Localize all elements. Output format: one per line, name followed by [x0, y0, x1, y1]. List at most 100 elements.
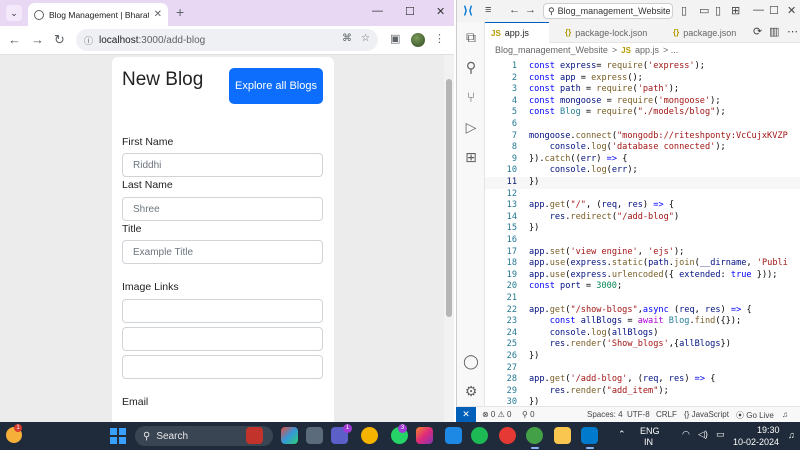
profile-avatar[interactable]: [411, 33, 425, 47]
code-line[interactable]: 21: [485, 293, 800, 305]
account-icon[interactable]: ◯: [462, 352, 480, 370]
wifi-icon[interactable]: ◠: [682, 429, 690, 440]
code-line[interactable]: 23 const allBlogs = await Blog.find({});: [485, 316, 800, 328]
code-line[interactable]: 9}).catch((err) => {: [485, 154, 800, 166]
site-info-icon[interactable]: ⓘ: [84, 34, 93, 47]
maximize-button[interactable]: ☐: [405, 5, 415, 18]
close-window-button[interactable]: ✕: [787, 4, 796, 17]
code-line[interactable]: 4 const mongoose = require('mongoose');: [485, 96, 800, 108]
file-explorer-icon[interactable]: [554, 427, 571, 444]
reload-icon[interactable]: ↻: [54, 32, 65, 48]
code-line[interactable]: 16: [485, 235, 800, 247]
eol-status[interactable]: CRLF: [656, 410, 677, 419]
chrome-active-icon[interactable]: [526, 427, 543, 444]
code-line[interactable]: 11}): [485, 177, 800, 189]
translate-icon[interactable]: ⌘: [342, 33, 352, 44]
back-arrow-icon[interactable]: ←: [8, 32, 21, 47]
chevron-up-icon[interactable]: ⌃: [618, 429, 626, 440]
code-line[interactable]: 17 app.set('view engine', 'ejs');: [485, 247, 800, 259]
maximize-button[interactable]: ☐: [769, 4, 779, 17]
bookmark-star-icon[interactable]: ☆: [361, 33, 370, 44]
language-mode-status[interactable]: {} JavaScript: [684, 410, 729, 419]
app-icon[interactable]: [445, 427, 462, 444]
more-menu-icon[interactable]: ⋮: [434, 32, 445, 45]
new-tab-button[interactable]: +: [176, 4, 184, 20]
code-line[interactable]: 8 console.log('database connected');: [485, 142, 800, 154]
code-line[interactable]: 10 console.log(err);: [485, 165, 800, 177]
first-name-field[interactable]: Riddhi: [122, 153, 323, 177]
code-line[interactable]: 24 console.log(allBlogs): [485, 328, 800, 340]
tab-package-lock-json[interactable]: {} package-lock.json: [559, 22, 653, 43]
explorer-icon[interactable]: ⧉: [462, 28, 480, 46]
code-line[interactable]: 18 app.use(express.static(path.join(__dir…: [485, 258, 800, 270]
tab-package-json[interactable]: {} package.json: [667, 22, 742, 43]
layout-sidebar-icon[interactable]: ▯: [681, 4, 687, 17]
search-highlight-icon[interactable]: [246, 427, 263, 444]
run-debug-icon[interactable]: ▷: [462, 118, 480, 136]
extensions-icon[interactable]: ⊞: [462, 148, 480, 166]
close-window-button[interactable]: ✕: [436, 5, 445, 18]
breadcrumb-folder[interactable]: Blog_management_Website: [495, 45, 608, 55]
forward-arrow-icon[interactable]: →: [525, 4, 536, 16]
code-line[interactable]: 15}): [485, 223, 800, 235]
open-changes-icon[interactable]: ⟳: [753, 25, 762, 38]
language-top[interactable]: ENG: [640, 426, 660, 436]
image-link-field-1[interactable]: [122, 299, 323, 323]
task-view-icon[interactable]: [306, 427, 323, 444]
back-arrow-icon[interactable]: ←: [509, 4, 520, 16]
code-line[interactable]: 3 const path = require('path');: [485, 84, 800, 96]
code-line[interactable]: 20 const port = 3000;: [485, 281, 800, 293]
minimize-button[interactable]: —: [372, 5, 383, 17]
code-editor[interactable]: 1 const express= require('express'); 2 cons…: [485, 57, 800, 406]
split-editor-icon[interactable]: ▥: [769, 25, 779, 38]
code-line[interactable]: 19 app.use(express.urlencoded({ extended:…: [485, 270, 800, 282]
image-link-field-3[interactable]: [122, 355, 323, 379]
code-line[interactable]: 22 app.get("/show-blogs",async (req, res)…: [485, 305, 800, 317]
code-line[interactable]: 26}): [485, 351, 800, 363]
close-tab-icon[interactable]: ✕: [154, 9, 162, 20]
ports-indicator[interactable]: ⚲ 0: [522, 410, 535, 419]
forward-arrow-icon[interactable]: →: [31, 32, 44, 47]
title-field[interactable]: Example Title: [122, 240, 323, 264]
code-line[interactable]: 13 app.get("/", (req, res) => {: [485, 200, 800, 212]
vscode-taskbar-icon[interactable]: [581, 427, 598, 444]
browser-tab-blog-management[interactable]: Blog Management | Bharat Inte ✕: [28, 3, 168, 26]
code-line[interactable]: 1 const express= require('express');: [485, 61, 800, 73]
command-center-search[interactable]: ⚲ Blog_management_Website: [543, 3, 673, 19]
instagram-icon[interactable]: [416, 427, 433, 444]
layout-secondary-icon[interactable]: ▯: [715, 4, 721, 17]
code-line[interactable]: 14 res.redirect("/add-blog"): [485, 212, 800, 224]
code-line[interactable]: 28 app.get('/add-blog', (req, res) => {: [485, 374, 800, 386]
settings-gear-icon[interactable]: ⚙: [462, 382, 480, 400]
indentation-status[interactable]: Spaces: 4: [587, 410, 623, 419]
image-link-field-2[interactable]: [122, 327, 323, 351]
go-live-button[interactable]: ⦿ Go Live: [736, 410, 774, 421]
code-line[interactable]: 5 const Blog = require("./models/blog");: [485, 107, 800, 119]
volume-icon[interactable]: ◁): [698, 429, 708, 440]
notifications-bell-icon[interactable]: ♫: [782, 410, 788, 419]
remote-indicator-icon[interactable]: ✕: [456, 407, 476, 423]
clock-time[interactable]: 19:30: [757, 425, 780, 435]
code-line[interactable]: 12: [485, 189, 800, 201]
tab-app-js[interactable]: JS app.js: [485, 22, 549, 43]
battery-icon[interactable]: ▭: [716, 429, 725, 440]
language-bottom[interactable]: IN: [644, 437, 653, 447]
side-panel-icon[interactable]: ▣: [390, 32, 400, 45]
search-icon[interactable]: ⚲: [462, 58, 480, 76]
layout-panel-icon[interactable]: ▭: [699, 4, 709, 17]
tab-search-icon[interactable]: ⌄: [6, 5, 22, 21]
code-line[interactable]: 30}): [485, 397, 800, 406]
code-line[interactable]: 29 res.render("add_item");: [485, 386, 800, 398]
chrome-profile-icon[interactable]: [499, 427, 516, 444]
address-bar[interactable]: ⓘ localhost:3000/add-blog ⌘ ☆: [76, 29, 378, 51]
problems-indicator[interactable]: ⊗ 0 ⚠ 0: [482, 410, 511, 419]
clock-date[interactable]: 10-02-2024: [733, 437, 779, 447]
minimize-button[interactable]: —: [753, 4, 764, 16]
last-name-field[interactable]: Shree: [122, 197, 323, 221]
code-line[interactable]: 25 res.render('Show_blogs',{allBlogs}): [485, 339, 800, 351]
code-line[interactable]: 6: [485, 119, 800, 131]
code-line[interactable]: 2 const app = express();: [485, 73, 800, 85]
hamburger-menu-icon[interactable]: ≡: [485, 4, 491, 16]
spotify-icon[interactable]: [471, 427, 488, 444]
breadcrumb-file[interactable]: app.js: [635, 45, 659, 55]
